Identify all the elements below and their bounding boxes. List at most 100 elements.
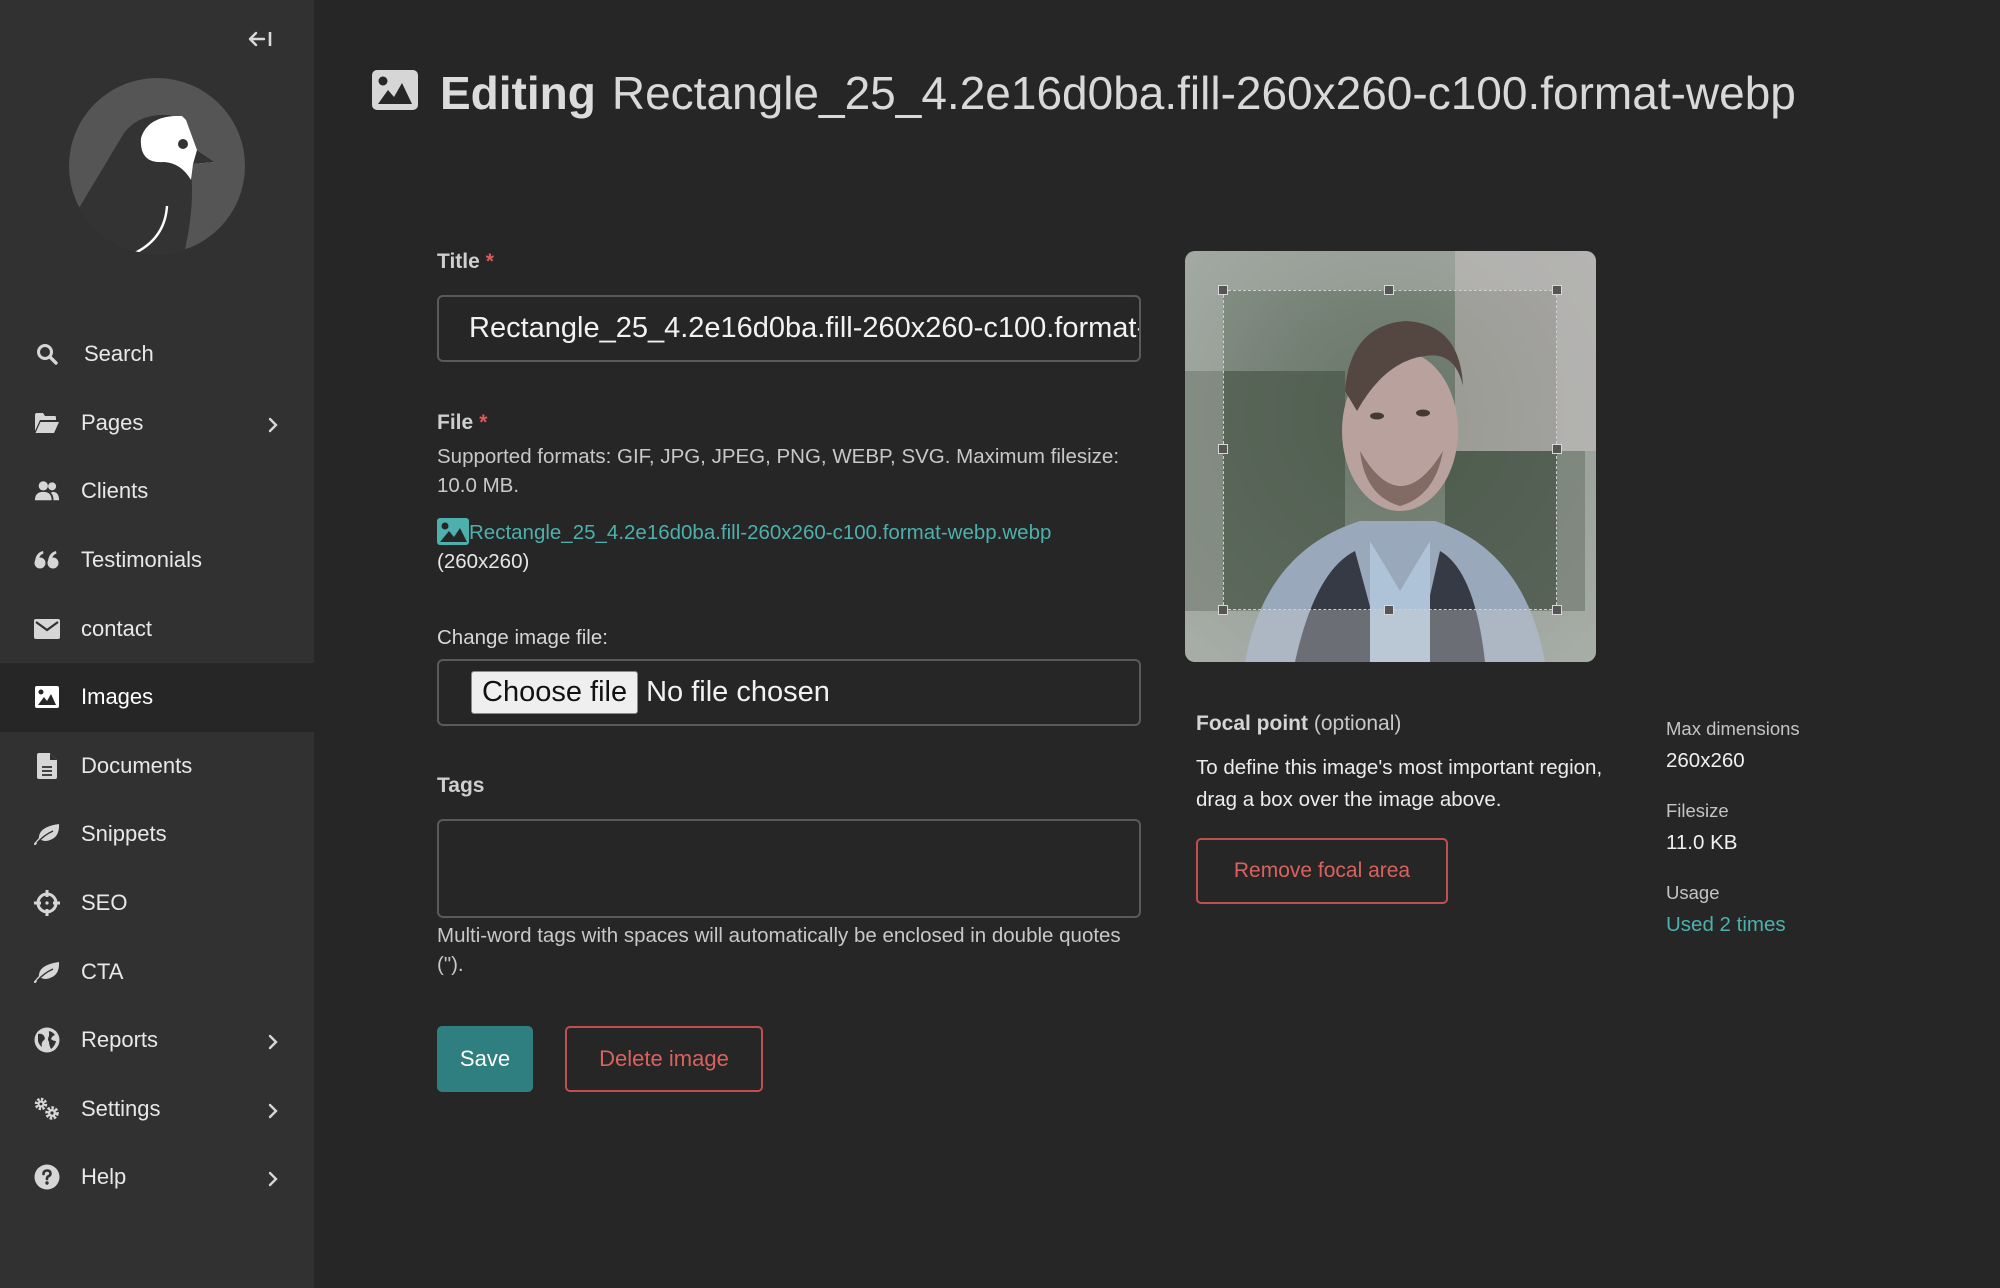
sidebar-item-reports[interactable]: Reports [0, 1006, 314, 1075]
sidebar-item-snippets[interactable]: Snippets [0, 800, 314, 869]
image-edit-form: Title * Rectangle_25_4.2e16d0ba.fill-260x… [437, 250, 1141, 1092]
resize-handle-bottom-right[interactable] [1552, 605, 1562, 615]
resize-handle-top-left[interactable] [1218, 285, 1228, 295]
sidebar-item-label: Reports [81, 1027, 159, 1053]
usage-link[interactable]: Used 2 times [1666, 913, 1786, 936]
resize-handle-top[interactable] [1384, 285, 1394, 295]
sidebar-item-label: Settings [81, 1095, 161, 1121]
image-metadata: Max dimensions 260x260 Filesize 11.0 KB … [1666, 718, 1966, 964]
sidebar-item-label: Testimonials [81, 547, 203, 573]
resize-handle-bottom-left[interactable] [1218, 605, 1228, 615]
sidebar-item-label: Snippets [81, 821, 167, 847]
sidebar-item-label: Documents [81, 752, 193, 778]
tags-input[interactable] [437, 819, 1141, 918]
current-file-link[interactable]: Rectangle_25_4.2e16d0ba.fill-260x260-c10… [469, 521, 1051, 544]
focal-point-title: Focal point (optional) [1196, 712, 1402, 735]
focal-area-box[interactable] [1218, 285, 1562, 615]
sidebar-item-label: Clients [81, 478, 149, 504]
help-icon [34, 1164, 60, 1190]
search-icon [34, 341, 60, 367]
current-file: Rectangle_25_4.2e16d0ba.fill-260x260-c10… [437, 518, 1141, 576]
max-dimensions-value: 260x260 [1666, 749, 1745, 772]
image-icon [437, 518, 469, 545]
form-actions: Save Delete image [437, 1026, 1141, 1092]
file-dimensions: (260x260) [437, 550, 530, 573]
sidebar-item-label: Images [81, 684, 154, 710]
sidebar-item-contact[interactable]: contact [0, 594, 314, 663]
choose-file-button[interactable]: Choose file [471, 671, 639, 714]
chevron-right-icon [266, 414, 280, 433]
chevron-right-icon [266, 1031, 280, 1050]
sidebar-item-label: Search [84, 341, 154, 367]
optional-marker: (optional) [1313, 712, 1402, 735]
sidebar-item-clients[interactable]: Clients [0, 457, 314, 526]
max-dimensions-label: Max dimensions [1666, 718, 1800, 739]
filesize-label: Filesize [1666, 800, 1729, 821]
resize-handle-right[interactable] [1552, 444, 1562, 454]
resize-handle-bottom[interactable] [1384, 605, 1394, 615]
usage-value: Used 2 times [1666, 913, 1966, 937]
change-file-field: Change image file: Choose file No file c… [437, 626, 1141, 726]
title-label: Title * [437, 250, 494, 273]
focal-point-description: To define this image's most important re… [1196, 756, 1603, 811]
sidebar-item-label: CTA [81, 958, 124, 984]
sidebar-item-pages[interactable]: Pages [0, 389, 314, 458]
filesize-value: 11.0 KB [1666, 831, 1738, 854]
tags-help-text: Multi-word tags with spaces will automat… [437, 924, 1121, 976]
page-title: Editing Rectangle_25_4.2e16d0ba.fill-260x… [440, 62, 1840, 124]
image-icon [34, 684, 60, 710]
sidebar-item-seo[interactable]: SEO [0, 869, 314, 938]
file-input[interactable]: Choose file No file chosen [437, 659, 1141, 726]
file-input-status: No file chosen [646, 676, 830, 708]
image-icon [372, 70, 418, 110]
sidebar-item-search[interactable]: Search [0, 320, 314, 389]
tags-label: Tags [437, 774, 485, 797]
usage-label: Usage [1666, 882, 1720, 903]
quote-icon [34, 547, 60, 573]
sidebar-item-cta[interactable]: CTA [0, 937, 314, 1006]
save-button[interactable]: Save [437, 1026, 533, 1092]
focal-point-chooser[interactable] [1185, 251, 1596, 662]
leaf-icon [34, 959, 60, 985]
sidebar-item-documents[interactable]: Documents [0, 732, 314, 801]
collapse-sidebar-button[interactable] [246, 24, 276, 54]
delete-image-button[interactable]: Delete image [565, 1026, 763, 1092]
sidebar-nav: Search Pages Clients Testimonials contac… [0, 320, 314, 1212]
page-title-filename: Rectangle_25_4.2e16d0ba.fill-260x260-c10… [611, 67, 1796, 119]
focal-point-info: Focal point (optional) To define this im… [1196, 712, 1616, 904]
sidebar-item-label: contact [81, 615, 152, 641]
change-file-label: Change image file: [437, 626, 608, 649]
sidebar-item-label: SEO [81, 890, 128, 916]
title-input[interactable]: Rectangle_25_4.2e16d0ba.fill-260x260-c10… [437, 295, 1141, 362]
file-field: File * Supported formats: GIF, JPG, JPEG,… [437, 411, 1141, 576]
wagtail-logo[interactable] [69, 78, 245, 254]
cogs-icon [34, 1096, 60, 1122]
sidebar-item-label: Pages [81, 409, 144, 435]
required-marker: * [479, 411, 488, 434]
file-help-text: Supported formats: GIF, JPG, JPEG, PNG, … [437, 445, 1120, 497]
collapse-left-icon [248, 31, 272, 47]
leaf-icon [34, 821, 60, 847]
wagtail-bird-logo [69, 78, 245, 254]
sidebar-item-images[interactable]: Images [0, 662, 314, 732]
crosshairs-icon [34, 890, 60, 917]
sidebar-item-testimonials[interactable]: Testimonials [0, 526, 314, 595]
required-marker: * [485, 250, 494, 273]
sidebar: Search Pages Clients Testimonials contac… [0, 0, 314, 1288]
sidebar-item-label: Help [81, 1164, 127, 1190]
chevron-right-icon [266, 1168, 280, 1187]
resize-handle-left[interactable] [1218, 444, 1228, 454]
users-icon [34, 478, 60, 504]
sidebar-item-settings[interactable]: Settings [0, 1075, 314, 1144]
globe-icon [34, 1027, 60, 1053]
title-field: Title * Rectangle_25_4.2e16d0ba.fill-260x… [437, 250, 1141, 362]
document-icon [34, 752, 60, 779]
remove-focal-area-button[interactable]: Remove focal area [1196, 838, 1448, 904]
chevron-right-icon [266, 1100, 280, 1119]
folder-open-icon [34, 410, 60, 436]
resize-handle-top-right[interactable] [1552, 285, 1562, 295]
sidebar-item-help[interactable]: Help [0, 1143, 314, 1212]
file-label: File * [437, 411, 488, 434]
tags-field: Tags Multi-word tags with spaces will au… [437, 774, 1141, 979]
envelope-icon [34, 616, 60, 642]
